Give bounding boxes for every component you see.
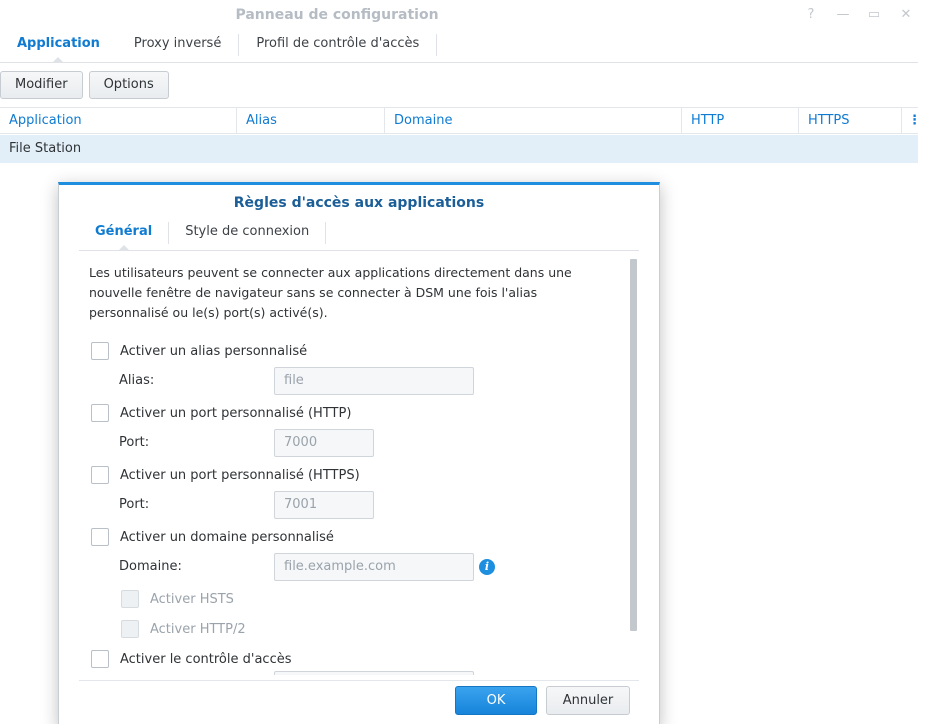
tab-application[interactable]: Application [0, 30, 117, 63]
http-port-input[interactable]: 7000 [274, 429, 374, 457]
hsts-row: Activer HSTS [121, 589, 234, 609]
domain-field-label: Domaine: [119, 559, 182, 574]
hsts-checkbox[interactable] [121, 590, 139, 608]
dialog-footer-divider [79, 680, 639, 681]
dialog-title: Règles d'accès aux applications [233, 195, 485, 211]
column-header-https[interactable]: HTTPS [799, 108, 902, 134]
custom-domain-label: Activer un domaine personnalisé [120, 529, 334, 545]
tab-reverse-proxy[interactable]: Proxy inversé [117, 30, 238, 62]
help-icon[interactable]: ? [801, 5, 821, 25]
modify-button[interactable]: Modifier [0, 71, 83, 99]
toolbar: Modifier Options [0, 71, 169, 99]
http-port-row[interactable]: Activer un port personnalisé (HTTP) [91, 403, 351, 423]
http-port-label: Activer un port personnalisé (HTTP) [120, 405, 352, 421]
info-icon[interactable]: i [479, 559, 495, 575]
custom-alias-row[interactable]: Activer un alias personnalisé [91, 341, 307, 361]
access-control-checkbox[interactable] [91, 650, 109, 668]
description-text: Les utilisateurs peuvent se connecter au… [89, 265, 572, 320]
column-header-alias[interactable]: Alias [237, 108, 385, 134]
window-title: Panneau de configuration [235, 7, 439, 23]
column-menu-icon[interactable]: ⋮ [902, 108, 921, 134]
custom-domain-row[interactable]: Activer un domaine personnalisé [91, 527, 334, 547]
custom-alias-checkbox[interactable] [91, 342, 109, 360]
options-button[interactable]: Options [88, 71, 169, 99]
http2-label: Activer HTTP/2 [150, 621, 246, 637]
alias-input[interactable]: file [274, 367, 474, 395]
tab-access-control-profile[interactable]: Profil de contrôle d'accès [239, 30, 436, 62]
tab-separator [436, 34, 438, 56]
main-tabs: Application Proxy inversé Profil de cont… [0, 30, 918, 63]
hsts-label: Activer HSTS [150, 591, 234, 607]
table-row[interactable]: File Station [0, 135, 918, 163]
cancel-button[interactable]: Annuler [546, 686, 630, 715]
column-header-http[interactable]: HTTP [682, 108, 799, 134]
https-port-input[interactable]: 7001 [274, 491, 374, 519]
http-port-checkbox[interactable] [91, 404, 109, 422]
https-port-label: Activer un port personnalisé (HTTPS) [120, 467, 360, 483]
table-cell-application: File Station [9, 141, 82, 156]
custom-domain-checkbox[interactable] [91, 528, 109, 546]
http2-checkbox[interactable] [121, 620, 139, 638]
maximize-icon[interactable]: ▭ [864, 5, 884, 25]
http2-row: Activer HTTP/2 [121, 619, 246, 639]
alias-field-label: Alias: [119, 373, 155, 388]
column-header-application[interactable]: Application [0, 108, 237, 134]
access-control-label: Activer le contrôle d'accès [120, 651, 292, 667]
http-port-field-label: Port: [119, 435, 150, 450]
dialog-scrollbar[interactable] [630, 259, 637, 631]
https-port-field-label: Port: [119, 497, 150, 512]
dialog-body: Les utilisateurs peuvent se connecter au… [79, 261, 627, 675]
domain-input[interactable]: file.example.com [274, 553, 474, 581]
ok-button[interactable]: OK [455, 686, 537, 715]
tab-separator [325, 222, 327, 244]
dialog-tabs: Général Style de connexion [79, 218, 639, 251]
tab-login-style[interactable]: Style de connexion [169, 218, 325, 250]
access-profile-select[interactable] [274, 671, 474, 675]
tab-general[interactable]: Général [79, 218, 168, 251]
custom-alias-label: Activer un alias personnalisé [120, 343, 308, 359]
column-header-domain[interactable]: Domaine [385, 108, 682, 134]
window-titlebar: Panneau de configuration ? — ▭ ✕ [0, 0, 927, 30]
close-icon[interactable]: ✕ [896, 5, 916, 25]
https-port-row[interactable]: Activer un port personnalisé (HTTPS) [91, 465, 360, 485]
grid-header: Application Alias Domaine HTTP HTTPS ⋮ [0, 107, 921, 134]
minimize-icon[interactable]: — [833, 5, 853, 25]
https-port-checkbox[interactable] [91, 466, 109, 484]
access-control-row[interactable]: Activer le contrôle d'accès [91, 649, 291, 669]
access-rules-dialog: Règles d'accès aux applications Général … [58, 182, 660, 724]
